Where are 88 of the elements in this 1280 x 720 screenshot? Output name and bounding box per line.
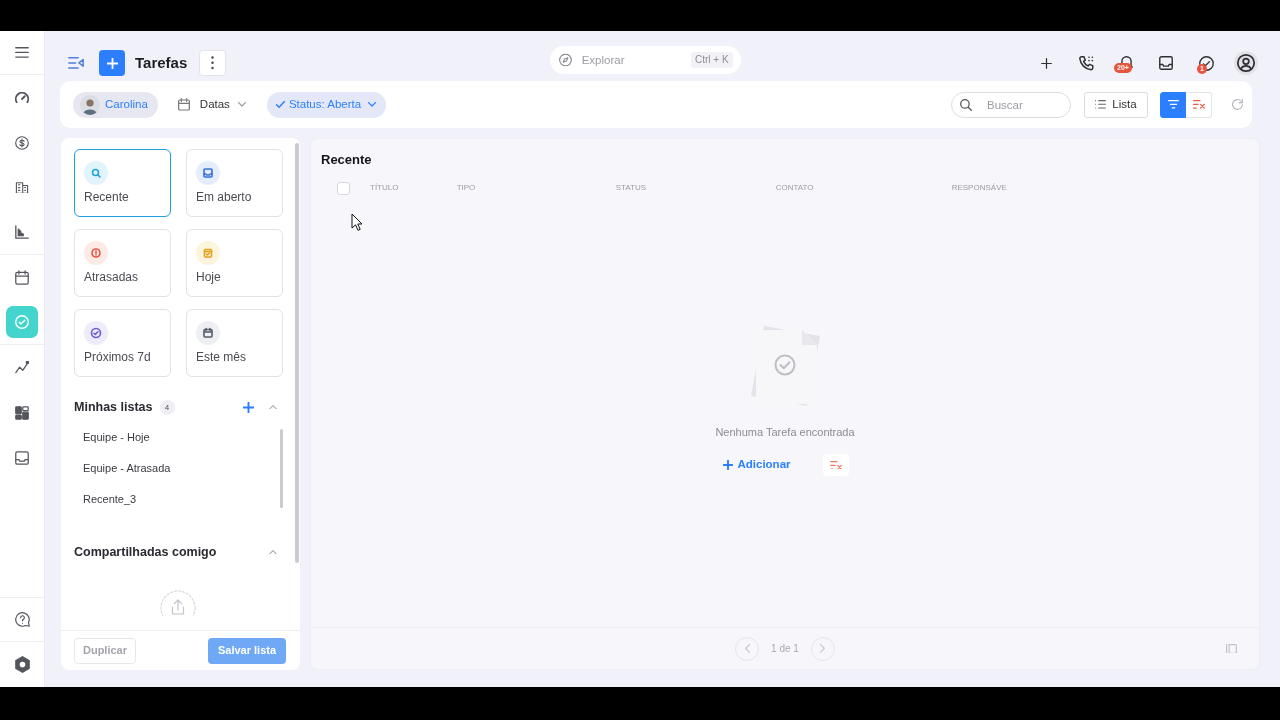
quick-view-tile[interactable]: Próximos 7d xyxy=(74,309,171,377)
chevron-left-icon xyxy=(744,644,750,653)
page-indicator: 1 de 1 xyxy=(771,642,799,656)
list-item[interactable]: Equipe - Atrasada xyxy=(74,453,171,484)
select-all-checkbox[interactable] xyxy=(337,181,350,195)
column-header[interactable]: TÍTULO xyxy=(370,183,399,193)
status-filter-chip[interactable]: Status: Aberta xyxy=(266,91,387,118)
layout-grid-icon xyxy=(15,405,29,420)
compass-icon xyxy=(558,53,572,67)
filter-button[interactable] xyxy=(1160,91,1186,118)
refresh-icon xyxy=(1232,99,1243,110)
phone-icon xyxy=(1078,55,1094,71)
column-header[interactable]: CONTATO xyxy=(775,183,814,193)
shortcut-hint: Ctrl + K xyxy=(691,52,733,68)
list-count-badge: 4 xyxy=(159,399,175,415)
chevron-down-icon xyxy=(237,102,246,107)
search-icon xyxy=(84,161,108,185)
check-circle-icon xyxy=(15,315,29,329)
check-circle-icon xyxy=(84,321,108,345)
panel-title: Recente xyxy=(320,151,372,168)
trend-line-icon xyxy=(15,361,29,374)
tray-icon xyxy=(196,161,220,185)
section-title: Minhas listas xyxy=(74,398,153,416)
settings-icon xyxy=(14,656,30,673)
profile-button[interactable] xyxy=(1232,49,1260,77)
user-avatar-icon xyxy=(1234,51,1258,75)
tray-icon xyxy=(1159,56,1173,70)
quick-view-tile[interactable]: Este mês xyxy=(186,309,283,377)
add-list-button[interactable] xyxy=(243,401,254,413)
chevron-up-icon xyxy=(269,549,277,555)
user-filter-chip[interactable]: Carolina xyxy=(73,91,158,118)
empty-state-message: Nenhuma Tarefa encontrada xyxy=(715,425,855,439)
refresh-button[interactable] xyxy=(1232,99,1243,110)
menu-icon xyxy=(15,47,29,58)
plus-icon xyxy=(106,57,118,69)
plus-icon xyxy=(723,460,734,470)
calendar-icon xyxy=(177,98,190,111)
list-item[interactable]: Equipe - Hoje xyxy=(74,422,150,453)
dollar-circle-icon xyxy=(15,135,29,150)
column-header[interactable]: RESPONSÁVE xyxy=(951,183,1007,193)
user-avatar-icon xyxy=(80,94,100,115)
search-icon xyxy=(960,98,972,111)
chart-icon xyxy=(15,225,29,239)
check-icon xyxy=(275,101,285,108)
collapse-icon xyxy=(68,57,84,69)
building-icon xyxy=(15,181,29,194)
scrollbar-thumb[interactable] xyxy=(280,429,283,508)
view-mode-button[interactable]: Lista xyxy=(1084,91,1148,118)
filter-icon xyxy=(1167,100,1179,109)
section-title: Compartilhadas comigo xyxy=(74,543,217,561)
page-title: Tarefas xyxy=(135,54,188,72)
plus-icon xyxy=(243,401,254,413)
quick-view-tile[interactable]: Atrasadas xyxy=(74,229,171,297)
mouse-cursor-icon xyxy=(351,213,363,231)
calendar-icon xyxy=(15,270,29,285)
calendar-icon xyxy=(196,321,220,345)
chevron-right-icon xyxy=(820,644,826,653)
chevron-up-icon xyxy=(269,404,277,410)
quick-view-tile[interactable]: Hoje xyxy=(186,229,283,297)
more-options-button[interactable] xyxy=(199,50,227,76)
more-icon xyxy=(211,56,215,70)
date-filter-dropdown[interactable]: Datas xyxy=(177,91,246,118)
clear-filter-icon xyxy=(829,460,842,470)
create-task-button[interactable] xyxy=(99,50,125,76)
list-icon xyxy=(1095,100,1107,109)
clear-filters-button[interactable] xyxy=(1186,91,1212,118)
column-header[interactable]: TIPO xyxy=(456,183,476,193)
help-icon xyxy=(14,612,30,627)
chevron-down-icon xyxy=(368,102,377,107)
gauge-icon xyxy=(15,92,29,103)
empty-document-icon xyxy=(750,326,820,406)
quick-view-tile[interactable]: Em aberto xyxy=(186,149,283,217)
quick-view-tile[interactable]: Recente xyxy=(74,149,171,217)
column-header[interactable]: STATUS xyxy=(615,183,647,193)
clear-filter-icon xyxy=(1192,100,1205,109)
share-icon xyxy=(160,590,196,616)
alert-icon xyxy=(84,241,108,265)
list-item[interactable]: Recente_3 xyxy=(74,484,137,515)
collapse-section-button[interactable] xyxy=(269,404,277,410)
add-task-button[interactable]: Adicionar xyxy=(721,453,793,477)
calendar-check-icon xyxy=(196,241,220,265)
search-field[interactable]: Buscar xyxy=(951,91,1071,118)
scrollbar-thumb[interactable] xyxy=(295,143,299,563)
clear-filters-button[interactable] xyxy=(822,454,849,476)
tray-icon xyxy=(15,450,29,465)
plus-icon xyxy=(1040,57,1052,69)
panel-toggle-icon xyxy=(1226,643,1237,654)
collapse-section-button[interactable] xyxy=(269,549,277,555)
